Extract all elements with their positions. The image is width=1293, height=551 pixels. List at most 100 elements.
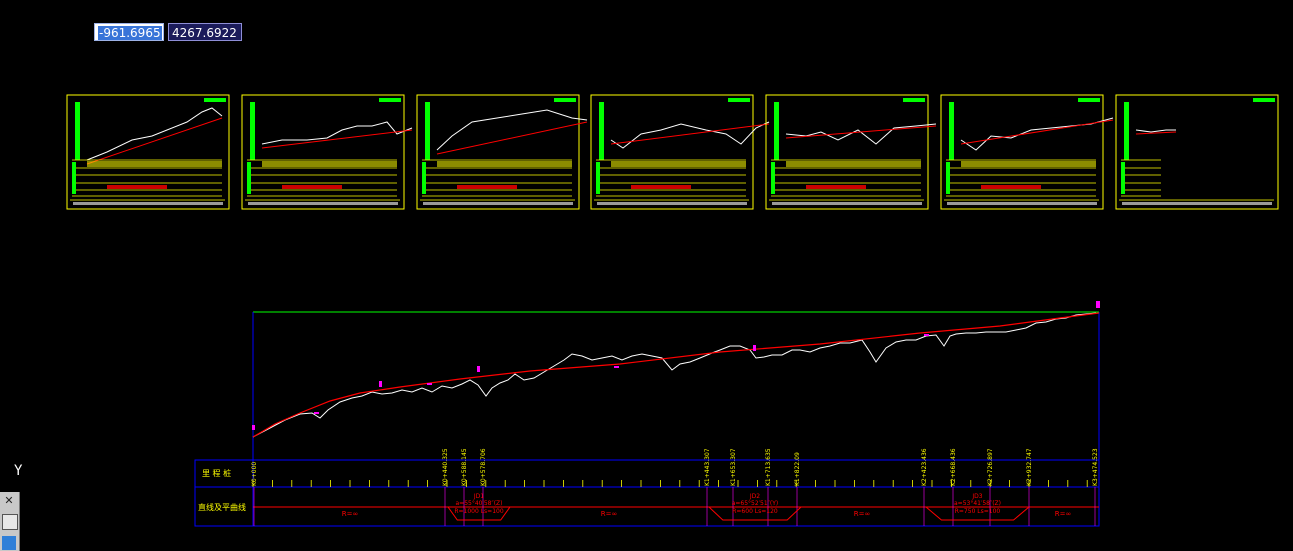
profile-sheet[interactable] bbox=[765, 94, 937, 210]
station-label: K2+726.897 bbox=[987, 448, 994, 486]
palette-close-icon[interactable]: ✕ bbox=[2, 494, 16, 508]
sheet-title-block bbox=[554, 98, 576, 102]
sheet-footer-text bbox=[597, 202, 747, 205]
sheet-station-band bbox=[961, 161, 1096, 167]
sheet-station-band bbox=[87, 161, 222, 167]
grade-marker bbox=[753, 345, 756, 351]
sheet-curve-band bbox=[631, 185, 691, 189]
sheet-table-labels bbox=[771, 162, 775, 194]
sheet-footer-text bbox=[248, 202, 398, 205]
sheet-frame bbox=[940, 94, 1104, 210]
sheet-design-line bbox=[785, 125, 937, 139]
curve-spec: a=53°41′58″(Z) bbox=[954, 500, 1001, 507]
profile-sheet[interactable] bbox=[590, 94, 770, 210]
sheet-footer-text bbox=[1122, 202, 1272, 205]
curve-params: R=600 Ls=120 bbox=[732, 508, 778, 515]
sheet-title-block bbox=[204, 98, 226, 102]
sheet-table-labels bbox=[1121, 162, 1125, 194]
main-profile-view bbox=[252, 301, 1100, 460]
station-label: K1+822.09 bbox=[794, 452, 801, 486]
station-label: K1+713.635 bbox=[765, 448, 772, 486]
grade-marker bbox=[252, 425, 255, 430]
coordinate-x-input[interactable]: -961.6965 bbox=[94, 23, 164, 41]
sheet-design-line bbox=[610, 123, 770, 145]
straight-label: R=∞ bbox=[342, 510, 359, 518]
ucs-y-axis-label: Y bbox=[14, 463, 23, 479]
sheet-station-band bbox=[611, 161, 746, 167]
profile-data-table: 里 程 桩 直线及平曲线 K0+000 K0+440.325 K0+588.145 K… bbox=[194, 448, 1100, 527]
sheet-ground-line bbox=[785, 123, 937, 145]
sheet-table-labels bbox=[72, 162, 76, 194]
sheet-frame bbox=[66, 94, 230, 210]
station-label: K0+578.706 bbox=[480, 448, 487, 486]
station-label: K2+932.747 bbox=[1026, 448, 1033, 486]
sheet-elevation-scale bbox=[774, 102, 779, 160]
sheet-title-block bbox=[379, 98, 401, 102]
sheet-title-block bbox=[1078, 98, 1100, 102]
profile-sheet[interactable] bbox=[241, 94, 413, 210]
palette-window-icon[interactable] bbox=[2, 514, 18, 530]
design-grade-line bbox=[252, 312, 1100, 438]
tool-palette[interactable]: ✕ bbox=[0, 492, 20, 551]
station-label: K0+588.145 bbox=[461, 448, 468, 486]
sheet-table-labels bbox=[596, 162, 600, 194]
station-label: K2+423.436 bbox=[921, 448, 928, 486]
profile-sheet[interactable] bbox=[416, 94, 588, 210]
sheet-footer-text bbox=[73, 202, 223, 205]
coordinate-y-input[interactable]: 4267.6922 bbox=[168, 23, 242, 41]
sheet-elevation-scale bbox=[949, 102, 954, 160]
sheet-curve-band bbox=[107, 185, 167, 189]
table-frame bbox=[194, 459, 1100, 527]
grade-marker bbox=[614, 366, 619, 368]
curve-spec: a=65°52′51″(Y) bbox=[732, 500, 779, 507]
sheet-elevation-scale bbox=[425, 102, 430, 160]
coordinate-x-value: -961.6965 bbox=[98, 26, 162, 40]
sheet-ground-line bbox=[436, 109, 588, 151]
sheet-design-line bbox=[1135, 131, 1177, 135]
curve-name: JD1 bbox=[473, 493, 484, 500]
station-label: K0+440.325 bbox=[442, 448, 449, 486]
sheet-frame bbox=[765, 94, 929, 210]
sheet-design-line bbox=[436, 121, 588, 155]
sheet-curve-band bbox=[806, 185, 866, 189]
sheet-ground-line bbox=[610, 121, 770, 149]
sheet-station-band bbox=[262, 161, 397, 167]
sheet-frame bbox=[590, 94, 754, 210]
sheet-design-line bbox=[960, 119, 1114, 145]
sheet-ground-line bbox=[1135, 129, 1176, 133]
sheet-title-block bbox=[903, 98, 925, 102]
curve-name: JD3 bbox=[971, 493, 982, 500]
grade-marker bbox=[314, 412, 319, 414]
station-label: K2+668.436 bbox=[950, 448, 957, 486]
sheet-title-block bbox=[1253, 98, 1275, 102]
cad-drawing-canvas[interactable]: 里 程 桩 直线及平曲线 K0+000 K0+440.325 K0+588.145 K… bbox=[0, 0, 1293, 551]
grade-marker bbox=[427, 383, 432, 385]
sheet-footer-text bbox=[423, 202, 573, 205]
palette-tab[interactable] bbox=[2, 536, 16, 550]
station-ticks bbox=[252, 480, 1088, 487]
profile-sheet[interactable] bbox=[66, 94, 230, 210]
sheet-elevation-scale bbox=[75, 102, 80, 160]
sheet-curve-band bbox=[457, 185, 517, 189]
sheet-ground-line bbox=[960, 117, 1114, 151]
profile-sheet[interactable] bbox=[940, 94, 1114, 210]
sheet-title-block bbox=[728, 98, 750, 102]
table-row-label-stations: 里 程 桩 bbox=[202, 468, 231, 478]
curve-params: R=750 Ls=100 bbox=[955, 508, 1001, 515]
grade-marker bbox=[477, 366, 480, 372]
sheet-curve-band bbox=[282, 185, 342, 189]
sheet-station-band bbox=[437, 161, 572, 167]
sheet-frame bbox=[1115, 94, 1279, 210]
sheet-elevation-scale bbox=[1124, 102, 1129, 160]
profile-sheet-thumbnails bbox=[66, 94, 1279, 210]
grade-marker bbox=[1096, 301, 1100, 308]
sheet-frame bbox=[241, 94, 405, 210]
station-label: K1+443.307 bbox=[704, 448, 711, 486]
straight-label: R=∞ bbox=[601, 510, 618, 518]
table-row-label-alignment: 直线及平曲线 bbox=[198, 502, 246, 512]
sheet-elevation-scale bbox=[599, 102, 604, 160]
sheet-footer-text bbox=[772, 202, 922, 205]
sheet-station-band bbox=[786, 161, 921, 167]
station-label: K3+474.523 bbox=[1092, 448, 1099, 486]
profile-sheet[interactable] bbox=[1115, 94, 1279, 210]
